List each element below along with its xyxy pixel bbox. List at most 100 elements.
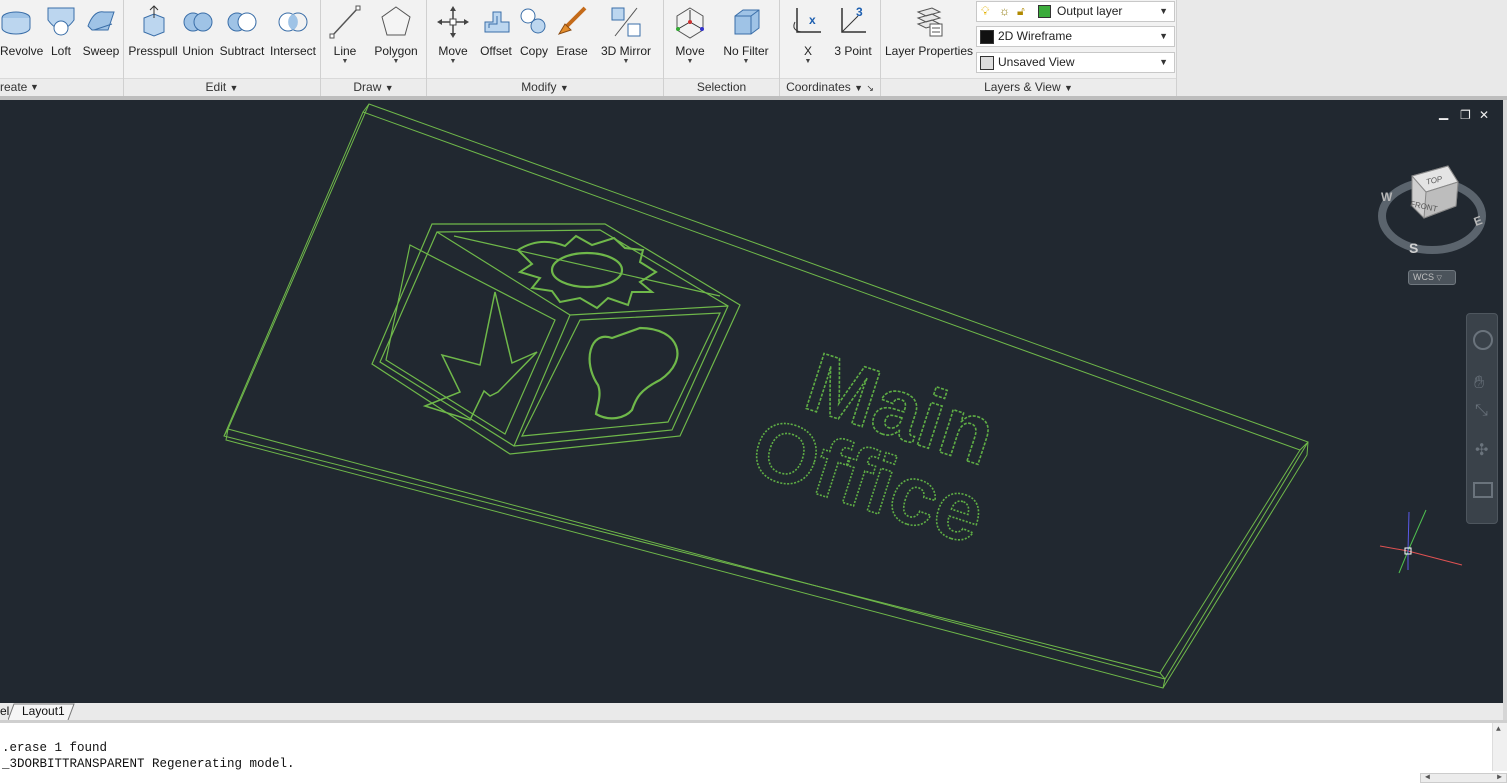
panel-layers-view: Layer Properties 💡︎ ☼ 🔓︎ Output layer ▼ … — [881, 0, 1177, 96]
move-dropdown-arrow[interactable]: ▼ — [433, 58, 473, 66]
panel-title-draw[interactable]: Draw ▼ — [321, 78, 426, 96]
copy-button[interactable]: Copy — [517, 0, 551, 78]
ribbon-empty-area — [1177, 0, 1507, 96]
panel-title-modify[interactable]: Modify ▼ — [427, 78, 663, 96]
panel-title-edit[interactable]: Edit ▼ — [124, 78, 320, 96]
offset-icon — [484, 11, 510, 33]
lock-icon[interactable]: 🔓︎ — [1017, 2, 1025, 21]
command-window[interactable]: .erase 1 found _3DORBITTRANSPARENT Regen… — [0, 720, 1507, 783]
layer-properties-button[interactable]: Layer Properties — [883, 0, 975, 78]
layout-tab-bar: el Layout1 — [0, 703, 1503, 720]
panel-draw: Line ▼ Polygon ▼ Draw ▼ — [321, 0, 427, 96]
revolve-icon — [1, 11, 31, 35]
no-filter-dropdown-arrow[interactable]: ▼ — [716, 58, 776, 66]
pan-hand-icon[interactable]: ✋︎ — [1474, 372, 1484, 393]
command-horizontal-scrollbar[interactable]: ◀ ▶ — [1420, 773, 1507, 783]
line-dropdown-arrow[interactable]: ▼ — [323, 58, 367, 66]
viewport-restore-button[interactable]: ❐ — [1460, 108, 1471, 122]
lightbulb-icon[interactable]: 💡︎ — [981, 2, 989, 21]
no-filter-button[interactable]: No Filter ▼ — [716, 0, 776, 78]
revolve-button[interactable]: Revolve — [0, 0, 43, 78]
panel-title-layers-view[interactable]: Layers & View ▼ — [881, 78, 1176, 96]
visual-style-dropdown[interactable]: 2D Wireframe ▼ — [976, 26, 1175, 47]
named-view-dropdown[interactable]: Unsaved View ▼ — [976, 52, 1175, 73]
chevron-down-icon: ▼ — [1159, 31, 1168, 41]
move-gizmo-icon — [676, 7, 704, 39]
erase-icon — [557, 6, 587, 35]
three-point-button[interactable]: 3 3 Point — [828, 0, 878, 78]
copy-icon — [520, 8, 546, 34]
subtract-button[interactable]: Subtract — [218, 0, 266, 78]
presspull-button[interactable]: Presspull — [128, 0, 178, 78]
vertical-scrollbar[interactable] — [1503, 100, 1507, 720]
panel-title-coordinates[interactable]: Coordinates ▼ ↘ — [780, 78, 880, 96]
mirror3d-icon — [611, 7, 641, 37]
layer-color-swatch[interactable] — [1038, 5, 1051, 18]
ucs-x-icon: x — [793, 8, 821, 33]
view-icon — [980, 56, 994, 70]
sweep-icon — [87, 11, 115, 31]
chevron-up-icon: ▲ — [1496, 725, 1501, 734]
main-office-text: Main Office — [740, 334, 1007, 563]
move-button[interactable]: Move ▼ — [433, 0, 473, 78]
layer-dropdown[interactable]: 💡︎ ☼ 🔓︎ Output layer ▼ — [976, 1, 1175, 22]
mirror3d-button[interactable]: 3D Mirror ▼ — [595, 0, 657, 78]
selection-move-dropdown-arrow[interactable]: ▼ — [670, 58, 710, 66]
svg-text:3: 3 — [856, 5, 863, 19]
polygon-button[interactable]: Polygon ▼ — [369, 0, 423, 78]
panel-title-create[interactable]: reate ▼ — [0, 78, 123, 96]
panel-title-selection[interactable]: Selection — [664, 78, 779, 96]
orbit-icon[interactable]: ✣ — [1475, 440, 1488, 460]
offset-button[interactable]: Offset — [477, 0, 515, 78]
line-icon — [329, 5, 361, 39]
viewport-close-button[interactable]: ✕ — [1479, 108, 1489, 122]
chevron-down-icon: ▽ — [1436, 275, 1442, 282]
viewcube-south-label[interactable]: S — [1409, 240, 1418, 256]
line-button[interactable]: Line ▼ — [323, 0, 367, 78]
intersect-button[interactable]: Intersect — [268, 0, 318, 78]
sun-icon[interactable]: ☼ — [999, 2, 1010, 21]
sweep-button[interactable]: Sweep — [82, 0, 120, 78]
mirror3d-dropdown-arrow[interactable]: ▼ — [595, 58, 657, 66]
polygon-dropdown-arrow[interactable]: ▼ — [369, 58, 423, 66]
drawing-viewport[interactable]: Main Office ▁ ❐ ✕ TOP FRONT W E S WCS ▽ — [0, 100, 1503, 703]
intersect-icon — [278, 12, 308, 32]
wcs-menu-button[interactable]: WCS ▽ — [1408, 270, 1456, 285]
steering-wheel-icon[interactable] — [1473, 330, 1493, 350]
panel-modify: Move ▼ Offset Copy Erase 3D Mirror ▼ Mod… — [427, 0, 664, 96]
ucs-axes-icon — [1379, 509, 1463, 574]
loft-button[interactable]: Loft — [44, 0, 78, 78]
presspull-icon — [143, 5, 165, 37]
command-scrollbar[interactable]: ▲ — [1492, 723, 1507, 771]
panel-coordinates: x X ▼ 3 3 Point Coordinates ▼ ↘ — [780, 0, 881, 96]
polygon-icon — [381, 6, 411, 36]
cube-logo — [371, 223, 741, 455]
selection-move-button[interactable]: Move ▼ — [670, 0, 710, 78]
chevron-down-icon: ▼ — [1159, 57, 1168, 67]
model-wireframe: Main Office — [223, 103, 1463, 689]
command-history-line: .erase 1 found — [2, 741, 108, 755]
chevron-right-icon: ▶ — [1497, 773, 1502, 782]
move-icon — [437, 6, 469, 38]
showmotion-icon[interactable] — [1473, 482, 1493, 498]
ucs-x-dropdown-arrow[interactable]: ▼ — [788, 58, 828, 66]
layer-properties-icon — [916, 7, 943, 37]
command-history-line: _3DORBITTRANSPARENT Regenerating model. — [2, 757, 295, 771]
viewcube-west-label[interactable]: W — [1381, 190, 1392, 204]
navigation-bar: ✋︎ ⤡ ✣ — [1466, 313, 1498, 524]
viewcube[interactable]: TOP FRONT W E S WCS ▽ — [1378, 162, 1486, 285]
ribbon: Revolve Loft Sweep reate ▼ Presspull Unio… — [0, 0, 1507, 96]
sign-plate — [223, 103, 1309, 689]
zoom-extents-icon[interactable]: ⤡ — [1475, 402, 1488, 420]
tab-layout1[interactable]: Layout1 — [22, 704, 65, 718]
chevron-down-icon: ▼ — [1159, 6, 1168, 16]
visual-style-icon — [980, 30, 994, 44]
chevron-left-icon: ◀ — [1425, 773, 1430, 782]
erase-button[interactable]: Erase — [553, 0, 591, 78]
panel-edit: Presspull Union Subtract Intersect Edit … — [124, 0, 321, 96]
loft-icon — [47, 7, 75, 36]
union-button[interactable]: Union — [180, 0, 216, 78]
viewport-minimize-button[interactable]: ▁ — [1439, 106, 1448, 120]
cube-filter-icon — [734, 9, 760, 35]
ucs-x-button[interactable]: x X ▼ — [788, 0, 828, 78]
